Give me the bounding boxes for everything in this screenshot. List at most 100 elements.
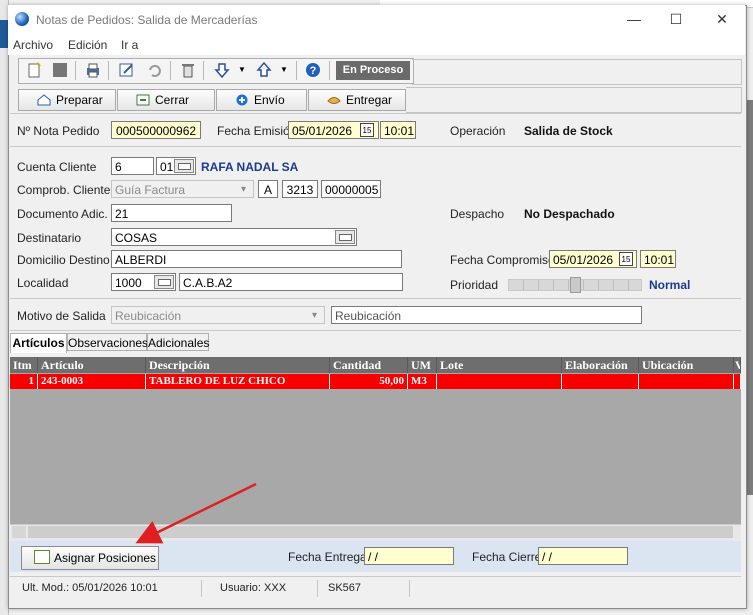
cuenta-cliente-field[interactable]: 6 [111, 157, 154, 175]
calendar-icon[interactable]: 15 [619, 252, 633, 266]
asignar-posiciones-button[interactable]: Asignar Posiciones [21, 546, 159, 570]
envio-button[interactable]: Envío [216, 89, 307, 111]
toolbar-separator [296, 61, 297, 80]
documento-adic-label: Documento Adic. [17, 207, 108, 221]
nro-nota-field[interactable]: 000500000962 [111, 121, 201, 139]
arrow-down-icon[interactable] [213, 62, 231, 79]
scroll-thumb[interactable] [28, 526, 733, 538]
despacho-value: No Despachado [524, 207, 615, 221]
edit-icon[interactable] [118, 62, 136, 78]
hora-emision-field[interactable]: 10:01 [380, 121, 416, 139]
maximize-button[interactable]: ☐ [662, 8, 690, 30]
column-header-um[interactable]: UM [408, 357, 437, 373]
domicilio-destino-label: Domicilio Destino [17, 253, 110, 267]
hora-compromiso-field[interactable]: 10:01 [640, 250, 676, 268]
comprob-tipo-select[interactable]: Guía Factura [111, 180, 254, 198]
menu-ir-a[interactable]: Ir a [121, 38, 138, 52]
motivo-desc-field[interactable]: Reubicación [331, 306, 642, 324]
entregar-label: Entregar [346, 93, 393, 107]
prioridad-value: Normal [649, 278, 691, 292]
column-header-itm[interactable]: Itm [10, 357, 38, 373]
dropdown-icon[interactable]: ▼ [233, 62, 251, 78]
preparar-button[interactable]: Preparar [18, 89, 116, 111]
asignar-posiciones-label: Asignar Posiciones [54, 551, 157, 565]
lookup-icon[interactable] [154, 275, 174, 289]
preparar-label: Preparar [56, 93, 103, 107]
calendar-icon[interactable]: 15 [360, 123, 374, 137]
cell-cantidad[interactable]: 50,00 [330, 374, 408, 389]
tab-adicionales[interactable]: Adicionales [147, 333, 209, 351]
undo-icon[interactable] [145, 62, 163, 78]
tab-articulos[interactable]: Artículos [10, 333, 67, 353]
cell-um[interactable]: M3 [408, 374, 437, 389]
motivo-salida-label: Motivo de Salida [17, 309, 106, 323]
cell-v[interactable] [734, 374, 741, 389]
fecha-cierre-field[interactable]: / / [538, 547, 628, 565]
operacion-label: Operación [450, 124, 506, 138]
documento-adic-field[interactable]: 21 [111, 204, 232, 222]
minimize-button[interactable]: — [620, 8, 648, 30]
toolbar-extension [412, 59, 742, 85]
column-header-lote[interactable]: Lote [437, 357, 562, 373]
column-header-articulo[interactable]: Artículo [38, 357, 146, 373]
handshake-icon [327, 92, 341, 104]
cerrar-button[interactable]: Cerrar [117, 89, 215, 111]
comprob-letra-field[interactable]: A [258, 180, 278, 198]
assign-icon [34, 550, 50, 564]
close-form-icon [136, 92, 150, 106]
cell-elaboracion[interactable] [562, 374, 639, 389]
comprob-tipo-value: Guía Factura [115, 183, 186, 197]
toolbar-separator [75, 61, 76, 80]
fecha-emision-label: Fecha Emisión [217, 124, 297, 138]
stop-icon[interactable] [51, 62, 69, 78]
arrow-up-icon[interactable] [255, 61, 273, 78]
menu-edicion[interactable]: Edición [68, 38, 107, 52]
status-code: SK567 [318, 580, 410, 597]
new-document-icon[interactable] [25, 62, 43, 78]
cell-articulo[interactable]: 243-0003 [38, 374, 146, 389]
dropdown-icon[interactable]: ▼ [275, 62, 293, 78]
cuenta-cliente-label: Cuenta Cliente [17, 160, 97, 174]
scroll-left-button[interactable] [12, 526, 26, 538]
column-header-elaboracion[interactable]: Elaboración [562, 357, 639, 373]
section-divider [10, 113, 741, 114]
column-header-v[interactable]: V [734, 357, 741, 373]
cell-descripcion[interactable]: TABLERO DE LUZ CHICO [146, 374, 330, 389]
close-button[interactable]: ✕ [708, 8, 736, 30]
localidad-name-field[interactable]: C.A.B.A2 [179, 273, 403, 291]
motivo-salida-value: Reubicación [115, 309, 182, 323]
background-app-header [0, 20, 8, 48]
prioridad-label: Prioridad [450, 278, 499, 292]
toolbar-separator [170, 61, 171, 80]
section-divider [10, 576, 741, 577]
chevron-down-icon[interactable]: ▾ [312, 310, 317, 321]
motivo-salida-select[interactable]: Reubicación [111, 306, 325, 324]
menu-archivo[interactable]: Archivo [13, 38, 53, 52]
chevron-down-icon[interactable]: ▾ [241, 184, 246, 195]
help-icon[interactable]: ? [304, 62, 322, 78]
destinatario-field[interactable]: COSAS [111, 228, 357, 246]
prioridad-slider-thumb[interactable] [570, 277, 581, 293]
column-header-ubicacion[interactable]: Ubicación [639, 357, 734, 373]
operacion-value: Salida de Stock [524, 124, 613, 138]
column-header-cantidad[interactable]: Cantidad [330, 357, 408, 373]
lookup-icon[interactable] [335, 230, 355, 244]
cell-lote[interactable] [437, 374, 562, 389]
comprob-nro-field[interactable]: 00000005 [321, 180, 381, 198]
delete-icon[interactable] [179, 62, 197, 78]
window-title: Notas de Pedidos: Salida de Mercaderías [36, 13, 258, 27]
fecha-entrega-field[interactable]: / / [364, 547, 454, 565]
localidad-label: Localidad [17, 276, 69, 290]
print-icon[interactable] [84, 62, 102, 78]
cell-ubicacion[interactable] [639, 374, 734, 389]
column-header-descripcion[interactable]: Descripción [146, 357, 330, 373]
tab-observaciones[interactable]: Observaciones [67, 333, 148, 351]
destinatario-label: Destinatario [17, 231, 82, 245]
lookup-icon[interactable] [174, 159, 194, 173]
section-divider [10, 298, 741, 299]
comprob-pv-field[interactable]: 3213 [282, 180, 318, 198]
domicilio-destino-field[interactable]: ALBERDI [111, 250, 402, 268]
entregar-button[interactable]: Entregar [308, 89, 406, 111]
section-divider [10, 146, 741, 147]
cell-itm[interactable]: 1 [10, 374, 38, 389]
